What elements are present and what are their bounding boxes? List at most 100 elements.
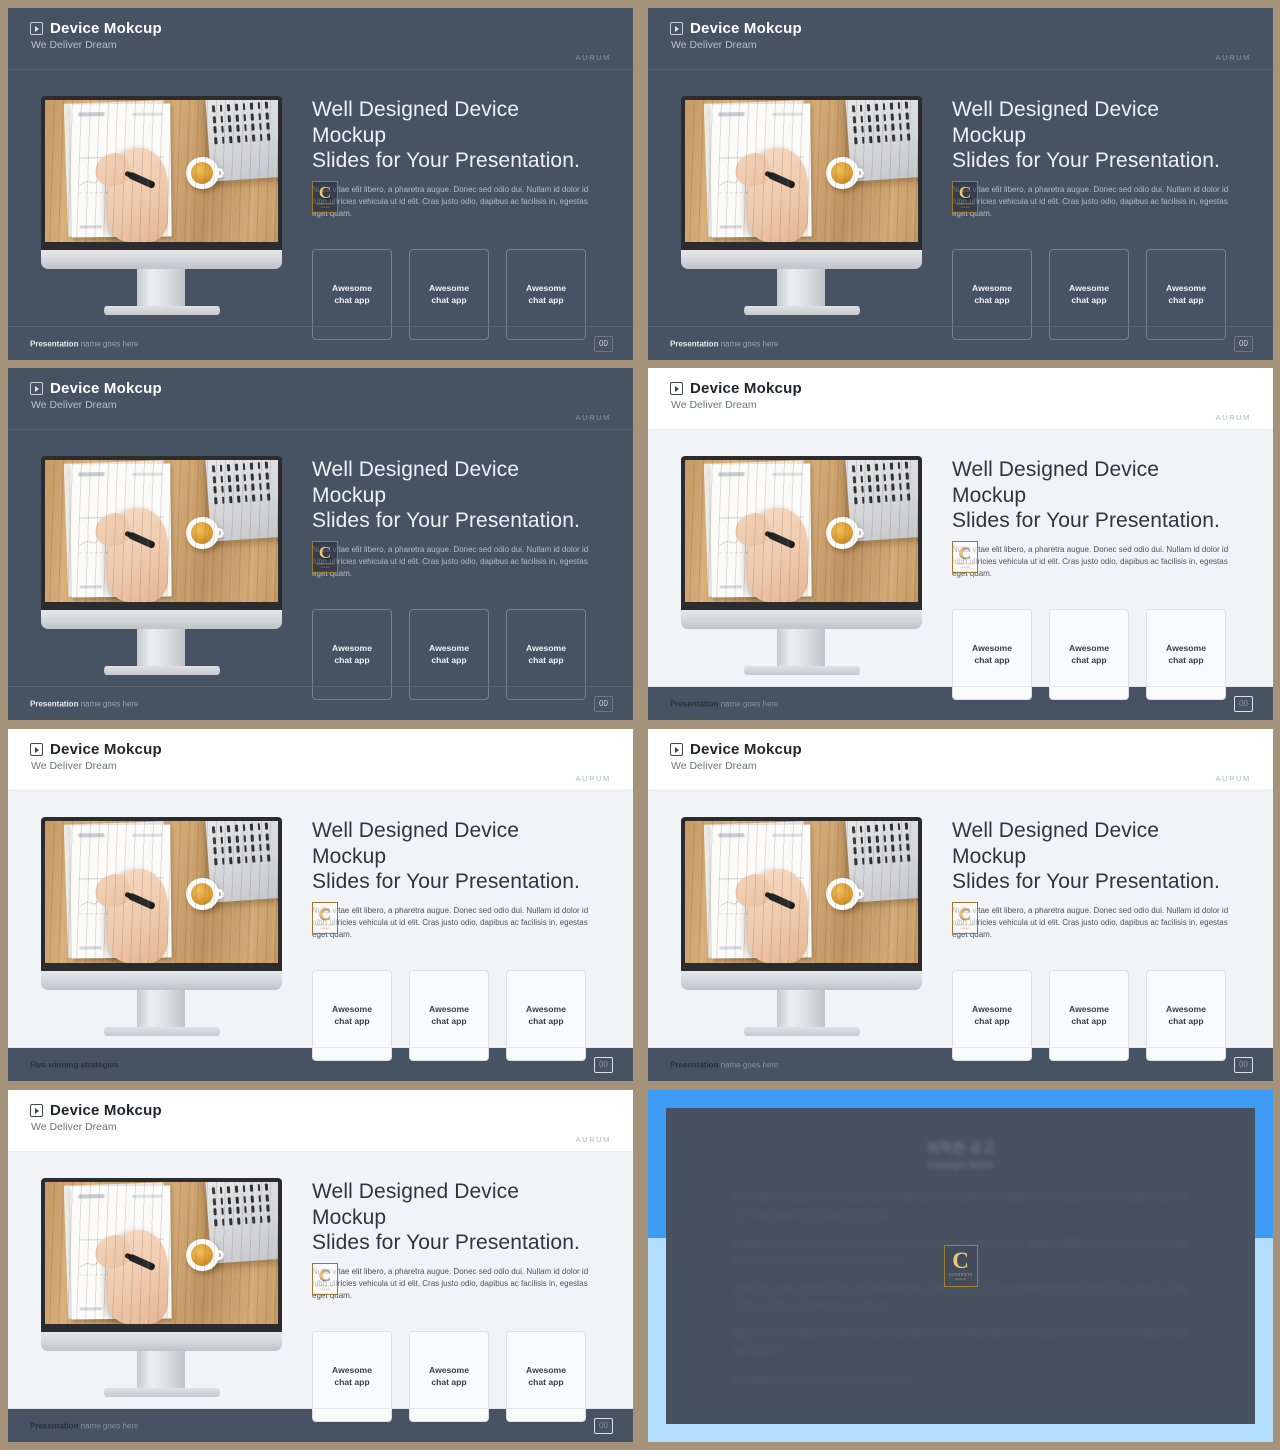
footer-label-rest: name goes here (718, 699, 779, 708)
monitor-neck (777, 990, 825, 1027)
brand-mark: AURUM (575, 1135, 611, 1144)
cup-handle (853, 167, 864, 179)
slide-footer: Presentation name goes here 00 (648, 686, 1273, 720)
monitor-base (744, 666, 860, 675)
feature-card-line1: Awesome (429, 1004, 469, 1015)
brand-block: Device Mokcup We Deliver Dream (30, 1102, 162, 1133)
brand-title: Device Mokcup (690, 380, 802, 397)
monitor-neck (777, 269, 825, 306)
presentation-slide[interactable]: Device Mokcup We Deliver Dream AURUM Wel… (648, 368, 1273, 720)
feature-card-line1: Awesome (332, 643, 372, 654)
slide-content-column: Well Designed Device Mockup Slides for Y… (312, 97, 594, 341)
footer-label: Presentation name goes here (670, 1060, 779, 1069)
hand-with-pen (730, 148, 809, 242)
monitor-base (744, 1027, 860, 1036)
page-number-badge: 00 (594, 335, 613, 352)
feature-card-line1: Awesome (332, 1004, 372, 1015)
presentation-slide[interactable]: Device Mokcup We Deliver Dream AURUM Wel… (8, 368, 633, 720)
desk-photo (685, 821, 918, 963)
headline-line-2: Slides for Your Presentation. (952, 509, 1220, 533)
feature-card-line1: Awesome (429, 283, 469, 294)
brand-block: Device Mokcup We Deliver Dream (670, 380, 802, 411)
brand-block: Device Mokcup We Deliver Dream (30, 741, 162, 772)
hand-with-pen (90, 1230, 169, 1324)
copyright-notice-slide[interactable]: 저작권 공고 Copyright Notice 본 저작물은 저작권법에 의하여… (648, 1090, 1273, 1442)
slide-headline: Well Designed Device Mockup Slides for Y… (952, 818, 1234, 895)
slide-body: Well Designed Device Mockup Slides for Y… (8, 70, 633, 341)
brand-subtitle: We Deliver Dream (31, 1121, 117, 1133)
pen-icon (127, 1253, 156, 1271)
laptop-keyboard (212, 462, 271, 505)
desk-photo (685, 460, 918, 602)
brand-subtitle: We Deliver Dream (31, 399, 117, 411)
monitor-neck (137, 990, 185, 1027)
presentation-slide[interactable]: Device Mokcup We Deliver Dream AURUM Wel… (8, 729, 633, 1081)
watermark-line2: AURUM (954, 1277, 967, 1282)
desk-photo (45, 460, 278, 602)
pen-icon (767, 171, 796, 189)
slide-paragraph: Nulla vitae elit libero, a pharetra augu… (312, 544, 589, 579)
device-monitor-mockup (41, 456, 282, 676)
brand-title: Device Mokcup (50, 741, 162, 758)
brand-block: Device Mokcup We Deliver Dream (30, 380, 162, 411)
slide-footer: Presentation name goes here 00 (8, 686, 633, 720)
brand-title-row: Device Mokcup (30, 380, 162, 397)
footer-label: Presentation name goes here (670, 339, 779, 348)
feature-card-line2: chat app (528, 294, 564, 305)
monitor-screen (41, 96, 282, 250)
document-heading-bar (718, 472, 745, 477)
copyright-paragraph: 본 저작물은 저작권법에 의하여 보호를 받는 저작물이므로 무단 전재와 무단… (732, 1193, 1189, 1221)
slide-header: Device Mokcup We Deliver Dream AURUM (8, 1090, 633, 1152)
cup-handle (213, 527, 224, 539)
presentation-slide[interactable]: Device Mokcup We Deliver Dream AURUM Wel… (8, 1090, 633, 1442)
play-icon (30, 382, 43, 395)
monitor-chin (41, 610, 282, 629)
slide-content-column: Well Designed Device Mockup Slides for Y… (952, 457, 1234, 701)
slide-footer: Presentation name goes here 00 (648, 326, 1273, 360)
monitor-base (744, 306, 860, 315)
slide-footer: Presentation name goes here 00 (8, 1408, 633, 1442)
presentation-slide[interactable]: Device Mokcup We Deliver Dream AURUM Wel… (648, 8, 1273, 360)
feature-card-line2: chat app (334, 294, 370, 305)
pen-icon (127, 892, 156, 910)
page-number-badge: 00 (594, 1056, 613, 1073)
headline-line-1: Well Designed Device Mockup (312, 98, 520, 147)
footer-label: Presentation name goes here (30, 339, 139, 348)
desk-photo (45, 821, 278, 963)
monitor-screen (681, 96, 922, 250)
footer-label: Presentation name goes here (670, 699, 779, 708)
footer-label-bold: Presentation (670, 699, 719, 708)
slide-footer: Presentation name goes here 00 (8, 326, 633, 360)
desk-photo (45, 100, 278, 242)
headline-line-2: Slides for Your Presentation. (952, 149, 1220, 173)
play-icon (30, 1104, 43, 1117)
slide-paragraph: Nulla vitae elit libero, a pharetra augu… (312, 1266, 589, 1301)
presentation-slide[interactable]: Device Mokcup We Deliver Dream AURUM Wel… (8, 8, 633, 360)
brand-title: Device Mokcup (50, 380, 162, 397)
headline-line-1: Well Designed Device Mockup (952, 819, 1160, 868)
document-heading-bar (78, 1194, 105, 1199)
feature-card-line2: chat app (334, 1015, 370, 1026)
brand-mark: AURUM (575, 413, 611, 422)
hand-with-pen (90, 148, 169, 242)
feature-card-line2: chat app (1071, 294, 1107, 305)
presentation-slide[interactable]: Device Mokcup We Deliver Dream AURUM Wel… (648, 729, 1273, 1081)
coffee-cup-icon (825, 156, 864, 190)
coffee-cup-icon (825, 877, 864, 911)
headline-line-1: Well Designed Device Mockup (312, 1180, 520, 1229)
feature-card-line1: Awesome (1166, 1004, 1206, 1015)
feature-card-line1: Awesome (1166, 283, 1206, 294)
feature-card-line2: chat app (974, 1015, 1010, 1026)
slide-content-column: Well Designed Device Mockup Slides for Y… (312, 818, 594, 1062)
feature-card-line2: chat app (1168, 654, 1204, 665)
slide-paragraph: Nulla vitae elit libero, a pharetra augu… (952, 905, 1229, 940)
feature-card-line2: chat app (974, 294, 1010, 305)
page-number-badge: 00 (594, 1417, 613, 1434)
brand-block: Device Mokcup We Deliver Dream (30, 20, 162, 51)
document-subheading-bar (772, 113, 803, 117)
coffee-cup-icon (185, 1238, 224, 1272)
document-footer-bar (719, 946, 742, 950)
slide-headline: Well Designed Device Mockup Slides for Y… (312, 818, 594, 895)
slide-paragraph: Nulla vitae elit libero, a pharetra augu… (952, 184, 1229, 219)
desk-photo (45, 1182, 278, 1324)
